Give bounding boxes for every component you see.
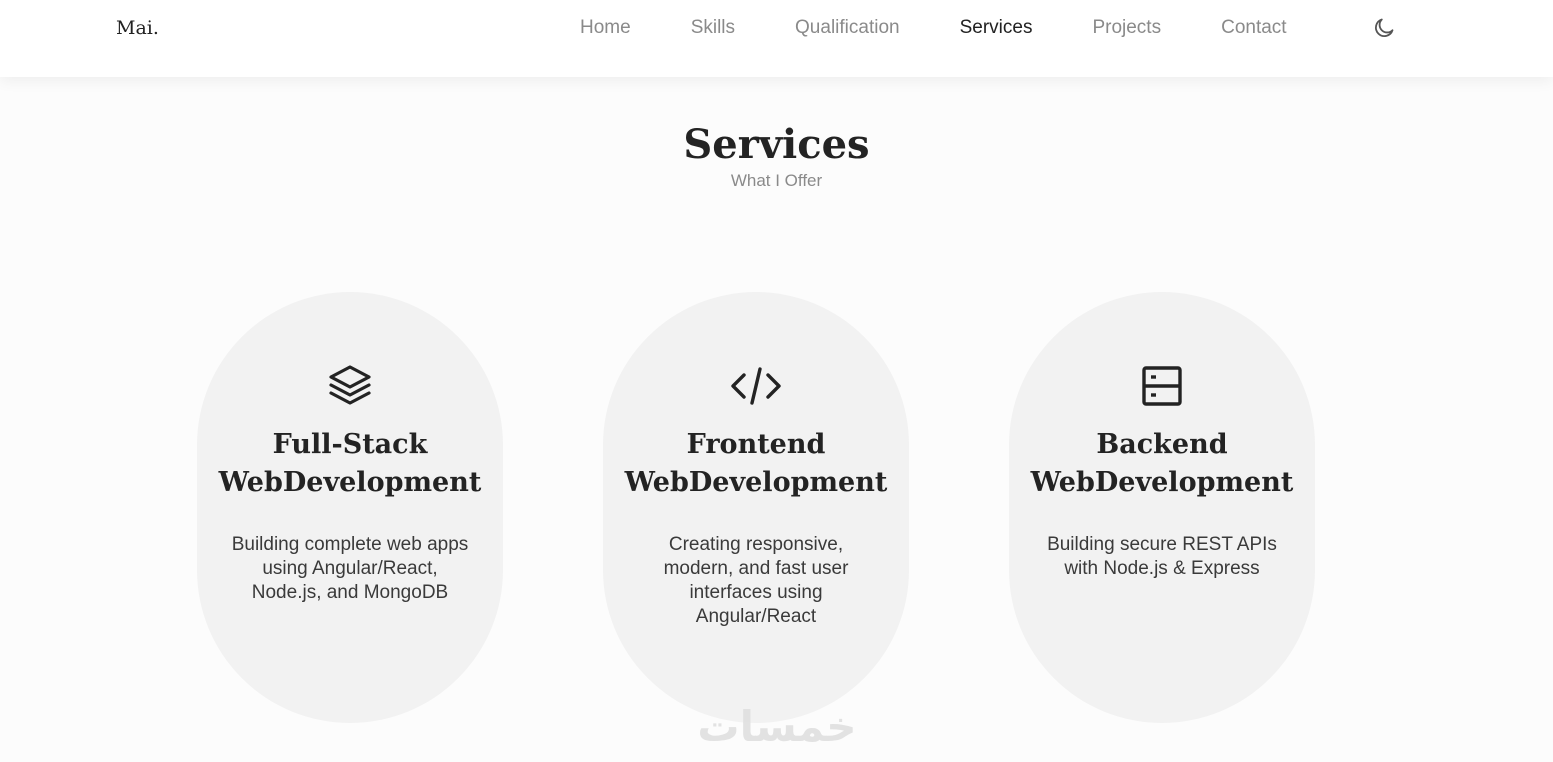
site-logo[interactable]: Mai. xyxy=(116,17,159,39)
theme-toggle-button[interactable] xyxy=(1372,16,1396,40)
service-card-title: Frontend WebDevelopment xyxy=(624,429,888,498)
main-nav: Home Skills Qualification Services Proje… xyxy=(580,17,1347,39)
service-card-description: Creating responsive, modern, and fast us… xyxy=(663,534,849,627)
watermark-logo: خمسات xyxy=(697,702,857,751)
nav-item-projects[interactable]: Projects xyxy=(1092,17,1161,39)
service-card-title: Full-Stack WebDevelopment xyxy=(218,429,482,498)
service-card-frontend: Frontend WebDevelopment Creating respons… xyxy=(603,292,909,723)
section-subtitle: What I Offer xyxy=(730,171,823,190)
code-icon xyxy=(731,367,781,405)
service-card-description: Building complete web apps using Angular… xyxy=(231,534,469,603)
service-card-backend: Backend WebDevelopment Building secure R… xyxy=(1009,292,1315,723)
nav-item-home[interactable]: Home xyxy=(580,17,631,39)
site-header: Mai. Home Skills Qualification Services … xyxy=(0,0,1553,77)
section-title: Services xyxy=(683,121,870,168)
service-card-description: Building secure REST APIs with Node.js &… xyxy=(1047,534,1277,579)
nav-item-contact[interactable]: Contact xyxy=(1221,17,1286,39)
nav-item-services[interactable]: Services xyxy=(960,17,1033,39)
service-card-title: Backend WebDevelopment xyxy=(1030,429,1294,498)
nav-item-qualification[interactable]: Qualification xyxy=(795,17,900,39)
moon-icon xyxy=(1375,18,1394,37)
layers-icon xyxy=(329,365,371,405)
service-card-fullstack: Full-Stack WebDevelopment Building compl… xyxy=(197,292,503,723)
server-icon xyxy=(1142,366,1182,406)
nav-item-skills[interactable]: Skills xyxy=(691,17,735,39)
